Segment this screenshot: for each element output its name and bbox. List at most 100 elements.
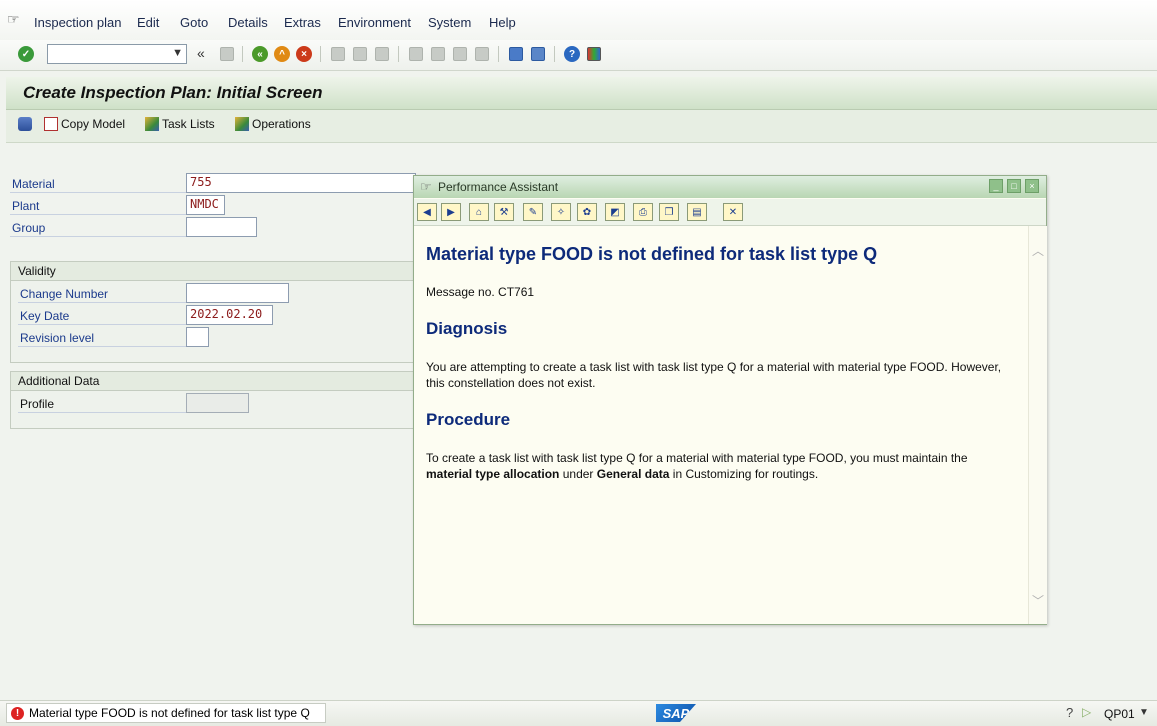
- profile-label: Profile: [20, 397, 55, 411]
- scroll-down-icon[interactable]: ﹀: [1032, 592, 1044, 609]
- technical-info-button[interactable]: ⚒: [494, 203, 514, 221]
- menu-details[interactable]: Details: [228, 15, 268, 30]
- key-date-input[interactable]: 2022.02.20: [186, 305, 273, 325]
- save-button[interactable]: [218, 45, 236, 63]
- command-field[interactable]: ▼: [47, 44, 187, 64]
- print-icon: ⎙: [639, 206, 647, 218]
- plant-input[interactable]: NMDC: [186, 195, 225, 215]
- menu-environment[interactable]: Environment: [338, 15, 411, 30]
- create-shortcut-button[interactable]: [529, 45, 547, 63]
- copy-text-button[interactable]: ❐: [659, 203, 679, 221]
- status-play-icon[interactable]: ▷: [1082, 705, 1091, 719]
- next-button[interactable]: ▶: [441, 203, 461, 221]
- left-arrow-icon: ◀: [423, 206, 431, 218]
- back-icon: «: [252, 46, 268, 62]
- transaction-code: QP01: [1104, 707, 1135, 721]
- bookmark-button[interactable]: ◩: [605, 203, 625, 221]
- close-button[interactable]: ×: [1025, 179, 1039, 193]
- dropdown-arrow-icon[interactable]: ▼: [172, 47, 183, 59]
- popup-print-button[interactable]: ⎙: [633, 203, 653, 221]
- group-input[interactable]: [186, 217, 257, 237]
- menu-edit[interactable]: Edit: [137, 15, 159, 30]
- row-underline: [18, 324, 186, 325]
- operations-label: Operations: [252, 117, 311, 131]
- popup-content: Material type FOOD is not defined for ta…: [414, 226, 1028, 624]
- system-info-dropdown-icon[interactable]: ▼: [1139, 707, 1149, 718]
- next-page-icon: [453, 47, 467, 61]
- settings-button[interactable]: ✿: [577, 203, 597, 221]
- menu-system[interactable]: System: [428, 15, 471, 30]
- next-page-button[interactable]: [451, 45, 469, 63]
- other-plan-button[interactable]: [18, 117, 32, 134]
- home-button[interactable]: ⌂: [469, 203, 489, 221]
- performance-assistant-window: ☞ Performance Assistant _ □ × ◀ ▶ ⌂ ⚒ ✎ …: [413, 175, 1047, 625]
- exit-button[interactable]: ^: [273, 45, 291, 63]
- new-session-button[interactable]: [507, 45, 525, 63]
- material-label: Material: [12, 177, 55, 191]
- mountain-icon: [145, 117, 159, 131]
- operations-button[interactable]: Operations: [235, 117, 311, 131]
- last-page-button[interactable]: [473, 45, 491, 63]
- pencil-icon: ✎: [528, 206, 538, 218]
- magic-wand-icon: ✧: [556, 206, 566, 218]
- procedure-bold-term[interactable]: General data: [597, 467, 670, 481]
- page-title: Create Inspection Plan: Initial Screen: [23, 83, 323, 102]
- find-button[interactable]: [351, 45, 369, 63]
- popup-close-button[interactable]: ✕: [723, 203, 743, 221]
- help-question-icon[interactable]: ?: [1066, 705, 1073, 720]
- previous-page-button[interactable]: [429, 45, 447, 63]
- find-next-icon: [375, 47, 389, 61]
- popup-title-bar[interactable]: ☞ Performance Assistant _ □ ×: [414, 176, 1046, 198]
- hide-button[interactable]: ✧: [551, 203, 571, 221]
- popup-menu-icon[interactable]: ☞: [420, 179, 432, 195]
- full-view-button[interactable]: ▤: [687, 203, 707, 221]
- menu-bar: [0, 0, 1157, 41]
- procedure-bold-term[interactable]: material type allocation: [426, 467, 559, 481]
- status-message[interactable]: ! Material type FOOD is not defined for …: [6, 703, 326, 723]
- profile-input: [186, 393, 249, 413]
- menu-inspection-plan[interactable]: Inspection plan: [34, 15, 121, 30]
- minimize-button[interactable]: _: [989, 179, 1003, 193]
- change-number-input[interactable]: [186, 283, 289, 303]
- maximize-button[interactable]: □: [1007, 179, 1021, 193]
- mountain-icon: [235, 117, 249, 131]
- copy-model-button[interactable]: Copy Model: [44, 117, 125, 131]
- toolbar-separator: [554, 46, 555, 62]
- customize-layout-button[interactable]: [585, 45, 603, 63]
- cancel-button[interactable]: ×: [295, 45, 313, 63]
- scroll-up-icon[interactable]: ︿: [1032, 242, 1044, 259]
- procedure-text-part: in Customizing for routings.: [669, 467, 819, 481]
- menu-extras[interactable]: Extras: [284, 15, 321, 30]
- row-underline: [18, 302, 186, 303]
- home-icon: ⌂: [475, 206, 483, 218]
- tools-icon: ⚒: [499, 206, 509, 218]
- save-icon: [220, 47, 234, 61]
- row-underline: [10, 192, 186, 193]
- menu-help[interactable]: Help: [489, 15, 516, 30]
- print-button[interactable]: [329, 45, 347, 63]
- task-lists-button[interactable]: Task Lists: [145, 117, 215, 131]
- edit-button[interactable]: ✎: [523, 203, 543, 221]
- revision-level-input[interactable]: [186, 327, 209, 347]
- menu-goto[interactable]: Goto: [180, 15, 208, 30]
- back-button[interactable]: «: [251, 45, 269, 63]
- first-page-icon: [409, 47, 423, 61]
- row-underline: [18, 346, 186, 347]
- additional-data-header: Additional Data: [11, 372, 415, 391]
- first-page-button[interactable]: [407, 45, 425, 63]
- checkmark-icon: ✓: [18, 46, 34, 62]
- enter-button[interactable]: ✓: [17, 45, 35, 63]
- popup-scrollbar[interactable]: ︿ ﹀: [1028, 226, 1047, 624]
- toolbar-separator: [498, 46, 499, 62]
- collapse-command-button[interactable]: «: [197, 45, 205, 61]
- toolbar-separator: [242, 46, 243, 62]
- row-underline: [10, 214, 186, 215]
- menu-popup-icon[interactable]: ☞: [7, 11, 23, 27]
- diagnosis-text: You are attempting to create a task list…: [426, 360, 1002, 390]
- change-number-label: Change Number: [20, 287, 109, 301]
- material-input[interactable]: 755: [186, 173, 416, 193]
- diagnosis-heading: Diagnosis: [426, 319, 508, 338]
- find-next-button[interactable]: [373, 45, 391, 63]
- previous-button[interactable]: ◀: [417, 203, 437, 221]
- help-button[interactable]: ?: [563, 45, 581, 63]
